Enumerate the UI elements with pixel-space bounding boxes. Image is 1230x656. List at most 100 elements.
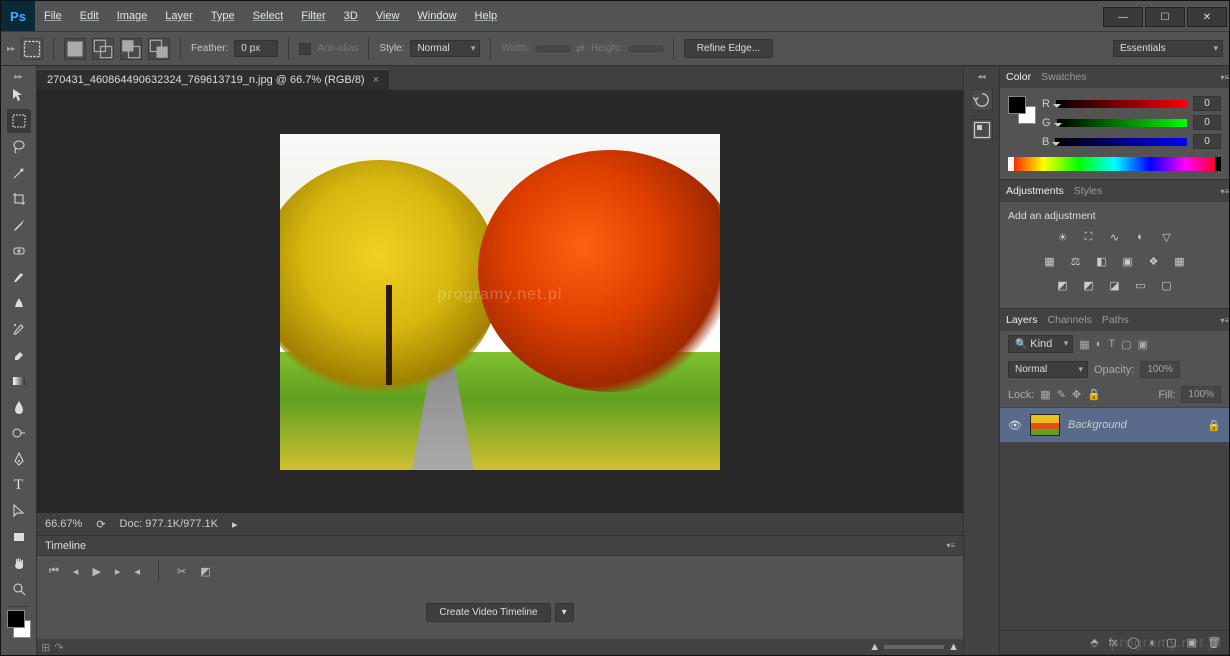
lock-all-icon[interactable]: 🔒 [1087, 388, 1101, 401]
color-lookup-icon[interactable]: ▦ [1171, 252, 1189, 270]
adjustments-panel-menu-icon[interactable]: ▾≡ [1220, 187, 1229, 196]
lasso-tool[interactable] [7, 135, 31, 159]
toolbar-expand-icon[interactable]: ▸▸ [7, 44, 15, 53]
threshold-icon[interactable]: ◪ [1106, 276, 1124, 294]
path-selection-tool[interactable] [7, 499, 31, 523]
type-tool[interactable]: T [7, 473, 31, 497]
menu-select[interactable]: Select [244, 3, 293, 29]
brightness-contrast-icon[interactable]: ☀ [1054, 228, 1072, 246]
tab-color[interactable]: Color [1006, 71, 1031, 83]
window-maximize-button[interactable]: ☐ [1145, 7, 1185, 27]
prev-frame-icon[interactable]: ◂ [73, 565, 79, 578]
scissors-icon[interactable]: ✂ [177, 565, 186, 578]
posterize-icon[interactable]: ◩ [1080, 276, 1098, 294]
exposure-icon[interactable]: ◐ [1132, 228, 1150, 246]
dodge-tool[interactable] [7, 421, 31, 445]
black-white-icon[interactable]: ◧ [1093, 252, 1111, 270]
move-tool[interactable] [7, 83, 31, 107]
layer-visibility-icon[interactable]: 👁 [1008, 419, 1022, 432]
history-brush-tool[interactable] [7, 317, 31, 341]
crop-tool[interactable] [7, 187, 31, 211]
new-fill-layer-icon[interactable]: ◐ [1150, 637, 1157, 649]
play-icon[interactable]: ▶ [92, 565, 100, 578]
selection-subtract-icon[interactable] [120, 38, 142, 60]
render-icon[interactable]: ↷ [54, 641, 63, 654]
eraser-tool[interactable] [7, 343, 31, 367]
blend-mode-combo[interactable]: Normal [1008, 361, 1088, 378]
marquee-tool[interactable] [7, 109, 31, 133]
pen-tool[interactable] [7, 447, 31, 471]
filter-adjustment-icon[interactable]: ◐ [1096, 338, 1103, 350]
tab-swatches[interactable]: Swatches [1041, 71, 1087, 83]
r-slider[interactable] [1056, 100, 1187, 108]
invert-icon[interactable]: ◩ [1054, 276, 1072, 294]
fill-input[interactable]: 100% [1181, 386, 1221, 403]
menu-help[interactable]: Help [466, 3, 507, 29]
refine-edge-button[interactable]: Refine Edge... [684, 39, 773, 58]
rotate-view-icon[interactable]: ⟳ [96, 518, 105, 531]
layer-thumbnail[interactable] [1030, 414, 1060, 436]
next-frame-icon[interactable]: ▸ [115, 565, 121, 578]
selective-color-icon[interactable]: ▢ [1158, 276, 1176, 294]
menu-layer[interactable]: Layer [156, 3, 202, 29]
vibrance-icon[interactable]: ▽ [1158, 228, 1176, 246]
menu-view[interactable]: View [367, 3, 409, 29]
zoom-tool[interactable] [7, 577, 31, 601]
new-group-icon[interactable]: ▢ [1166, 636, 1176, 649]
gradient-tool[interactable] [7, 369, 31, 393]
selection-add-icon[interactable] [92, 38, 114, 60]
tab-adjustments[interactable]: Adjustments [1006, 185, 1064, 197]
tab-styles[interactable]: Styles [1074, 185, 1103, 197]
style-combo[interactable]: Normal [410, 40, 480, 57]
selection-intersect-icon[interactable] [148, 38, 170, 60]
g-slider[interactable] [1057, 119, 1187, 127]
link-layers-icon[interactable]: ⬘ [1090, 636, 1098, 649]
b-input[interactable]: 0 [1193, 134, 1221, 149]
document-tab[interactable]: 270431_460864490632324_769613719_n.jpg @… [37, 69, 389, 90]
opacity-input[interactable]: 100% [1140, 361, 1180, 378]
menu-edit[interactable]: Edit [71, 3, 108, 29]
layer-name[interactable]: Background [1068, 419, 1127, 431]
layer-row[interactable]: 👁 Background 🔒 [1000, 407, 1229, 443]
b-slider[interactable] [1055, 138, 1187, 146]
filter-shape-icon[interactable]: ▢ [1121, 338, 1131, 351]
rectangle-tool[interactable] [7, 525, 31, 549]
hand-tool[interactable] [7, 551, 31, 575]
current-tool-preset[interactable] [21, 38, 43, 60]
menu-filter[interactable]: Filter [292, 3, 334, 29]
history-panel-icon[interactable] [971, 89, 993, 111]
menu-type[interactable]: Type [202, 3, 244, 29]
toolbar-collapse-icon[interactable]: ▸▸ [14, 72, 22, 81]
delete-layer-icon[interactable]: 🗑 [1207, 636, 1221, 649]
layer-filter-kind[interactable]: 🔍 Kind [1008, 335, 1073, 353]
window-close-button[interactable]: ✕ [1187, 7, 1227, 27]
eyedropper-tool[interactable] [7, 213, 31, 237]
photo-filter-icon[interactable]: ▣ [1119, 252, 1137, 270]
doc-info[interactable]: Doc: 977.1K/977.1K [120, 518, 218, 530]
magic-wand-tool[interactable] [7, 161, 31, 185]
menu-file[interactable]: File [35, 3, 71, 29]
levels-icon[interactable]: ⛶ [1080, 228, 1098, 246]
panel-strip-expand-icon[interactable]: ◂◂ [977, 72, 985, 81]
lock-transparency-icon[interactable]: ▦ [1040, 388, 1050, 401]
lock-position-icon[interactable]: ✥ [1072, 388, 1081, 401]
properties-panel-icon[interactable] [971, 119, 993, 141]
filter-type-icon[interactable]: T [1108, 338, 1115, 350]
color-spectrum[interactable] [1008, 157, 1221, 171]
menu-3d[interactable]: 3D [335, 3, 367, 29]
create-video-timeline-button[interactable]: Create Video Timeline [426, 603, 550, 622]
tab-layers[interactable]: Layers [1006, 314, 1038, 326]
lock-pixels-icon[interactable]: ✎ [1057, 388, 1066, 401]
menu-window[interactable]: Window [408, 3, 465, 29]
doc-info-chevron-icon[interactable]: ▸ [232, 518, 238, 531]
layers-panel-menu-icon[interactable]: ▾≡ [1220, 316, 1229, 325]
selection-new-icon[interactable] [64, 38, 86, 60]
close-tab-icon[interactable]: × [373, 74, 379, 86]
zoom-out-icon[interactable]: ▲ [869, 641, 880, 653]
color-panel-menu-icon[interactable]: ▾≡ [1220, 73, 1229, 82]
channel-mixer-icon[interactable]: ❖ [1145, 252, 1163, 270]
tab-channels[interactable]: Channels [1048, 314, 1092, 326]
layer-lock-icon[interactable]: 🔒 [1207, 419, 1221, 432]
zoom-in-icon[interactable]: ▲ [948, 641, 959, 653]
convert-frames-icon[interactable]: ⊞ [41, 641, 50, 654]
